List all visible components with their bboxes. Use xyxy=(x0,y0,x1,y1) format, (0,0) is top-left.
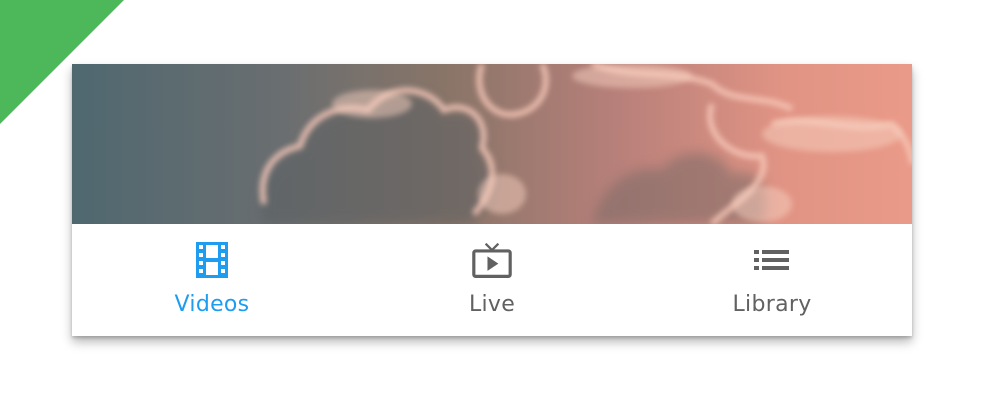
hero-image xyxy=(72,64,912,224)
nav-item-live[interactable]: Live xyxy=(352,224,632,336)
nav-item-library[interactable]: Library xyxy=(632,224,912,336)
bottom-nav-bar: Videos Live Library xyxy=(72,224,912,336)
list-icon xyxy=(752,238,792,282)
nav-label-videos: Videos xyxy=(174,292,250,317)
nav-label-live: Live xyxy=(468,292,516,317)
live-tv-icon xyxy=(472,238,512,282)
clouds-illustration xyxy=(259,64,912,224)
nav-label-library: Library xyxy=(732,292,812,317)
nav-item-videos[interactable]: Videos xyxy=(72,224,352,336)
film-icon xyxy=(192,238,232,282)
bottom-navigation-card: Videos Live Library xyxy=(72,64,912,336)
screen: Videos Live Library xyxy=(0,0,984,400)
